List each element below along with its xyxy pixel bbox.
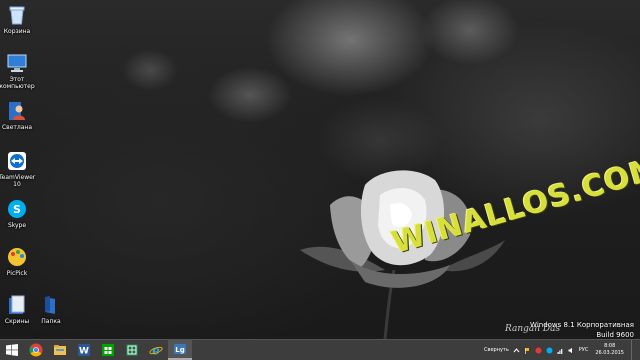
word-icon: W (78, 344, 90, 357)
picpick-icon (8, 248, 26, 266)
icon-label: Папка (41, 318, 61, 325)
folder-icon (45, 296, 55, 314)
taskbar-button-store[interactable] (96, 340, 120, 360)
network-icon[interactable] (557, 347, 564, 354)
taskbar: W e Lg Свернуть РУС 8:08 26.03.2015 (0, 339, 640, 360)
system-tray: Свернуть РУС 8:08 26.03.2015 (484, 340, 640, 360)
clock-date: 26.03.2015 (595, 350, 624, 356)
taskbar-button-dictionary[interactable]: Lg (168, 340, 192, 360)
skype-icon: S (8, 200, 26, 218)
show-desktop-button[interactable] (631, 340, 636, 360)
chevron-up-icon[interactable] (513, 347, 520, 354)
desktop-icon-recycle-bin[interactable]: Корзина (2, 4, 32, 35)
tray-label[interactable]: Свернуть (484, 347, 509, 353)
desktop-icon-user-folder[interactable]: Светлана (2, 100, 32, 131)
folder-icon (9, 295, 25, 314)
svg-text:Lg: Lg (175, 346, 184, 354)
file-explorer-icon (54, 345, 66, 355)
tray-app-icon[interactable] (535, 347, 542, 354)
store-icon (102, 344, 114, 356)
user-folder-icon (9, 102, 25, 120)
icon-label: PicPick (6, 270, 28, 277)
clock[interactable]: 8:08 26.03.2015 (592, 343, 627, 357)
svg-text:S: S (13, 203, 21, 216)
computer-icon (7, 54, 27, 72)
svg-text:e: e (152, 344, 160, 358)
desktop-icon-skype[interactable]: S Skype (2, 198, 32, 229)
tray-app-icon[interactable] (546, 347, 553, 354)
desktop-icon-teamviewer[interactable]: TeamViewer 10 (0, 150, 36, 188)
desktop-background: Корзина Этот компьютер Светлана TeamView… (0, 0, 640, 339)
taskbar-button-word[interactable]: W (72, 340, 96, 360)
chrome-icon (29, 343, 43, 357)
recycle-bin-icon (9, 6, 25, 25)
icon-label: Корзина (3, 28, 31, 35)
excel-icon (126, 344, 138, 356)
language-indicator[interactable]: РУС (579, 347, 589, 353)
icon-label: Светлана (1, 124, 33, 131)
windows-build-label: Build 9600 (596, 331, 634, 339)
icon-label: Скрины (4, 318, 30, 325)
dictionary-icon: Lg (174, 344, 186, 354)
desktop-icon-picpick[interactable]: PicPick (2, 246, 32, 277)
icon-label: Этот компьютер (0, 76, 35, 90)
windows-edition-label: Windows 8.1 Корпоративная (530, 321, 634, 329)
icon-label: Skype (7, 222, 27, 229)
svg-text:W: W (79, 347, 89, 357)
internet-explorer-icon: e (149, 344, 163, 358)
taskbar-button-chrome[interactable] (24, 340, 48, 360)
desktop-icon-screens-folder[interactable]: Скрины (2, 294, 32, 325)
taskbar-button-internet-explorer[interactable]: e (144, 340, 168, 360)
start-button[interactable] (0, 340, 24, 360)
desktop-icon-folder[interactable]: Папка (36, 294, 66, 325)
windows-version-info: Windows 8.1 Корпоративная Build 9600 (530, 320, 634, 339)
windows-logo-icon (6, 344, 18, 356)
teamviewer-icon (8, 152, 26, 170)
icon-label: TeamViewer 10 (0, 174, 36, 188)
volume-icon[interactable] (568, 347, 575, 354)
taskbar-button-excel[interactable] (120, 340, 144, 360)
alert-flag-icon[interactable] (524, 347, 531, 354)
clock-time: 8:08 (604, 343, 616, 349)
desktop-icon-this-pc[interactable]: Этот компьютер (0, 52, 35, 90)
taskbar-button-file-explorer[interactable] (48, 340, 72, 360)
